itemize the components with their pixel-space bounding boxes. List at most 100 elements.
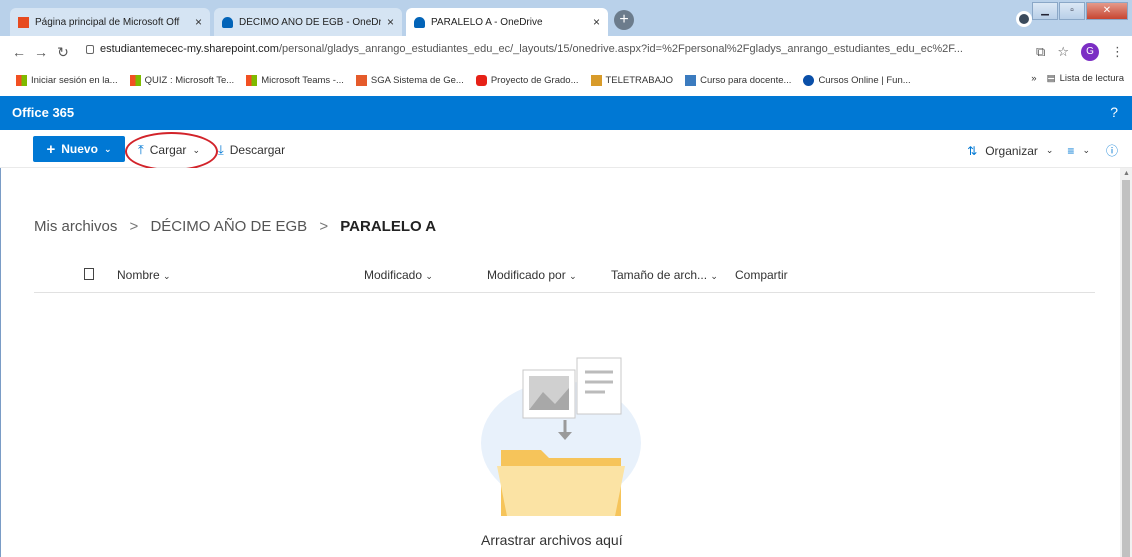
tab-title: DÉCIMO AÑO DE EGB - OneDrive — [239, 16, 381, 28]
tab-title: PARALELO A - OneDrive — [431, 16, 543, 28]
tab-office-home[interactable]: Página principal de Microsoft Off × — [10, 8, 210, 36]
breadcrumb-root[interactable]: Mis archivos — [34, 218, 117, 235]
breadcrumb-separator: > — [129, 218, 139, 235]
url-field[interactable]: estudiantemecec-my.sharepoint.com/person… — [100, 43, 963, 55]
close-tab-icon[interactable]: × — [195, 15, 202, 29]
sort-button[interactable]: Organizar — [985, 144, 1038, 158]
chevron-down-icon: ⌄ — [103, 143, 112, 154]
help-icon[interactable]: ? — [1110, 104, 1118, 120]
close-tab-icon[interactable]: × — [387, 15, 394, 29]
office-icon — [18, 16, 29, 28]
command-bar-right: ⇅ Organizar ⌄ ≡ ⌄ ⓘ — [967, 142, 1118, 159]
bookmark-item[interactable]: Proyecto de Grado... — [475, 74, 579, 86]
address-actions: ⧉ ☆ G ⋮ — [1036, 43, 1124, 61]
profile-menu-icon[interactable] — [1016, 11, 1032, 27]
upload-highlight-annotation — [125, 132, 218, 171]
onedrive-icon — [414, 16, 425, 28]
empty-folder-illustration — [481, 357, 641, 516]
download-icon: ⤓ — [218, 142, 224, 157]
bookmark-item[interactable]: TELETRABAJO — [590, 74, 674, 86]
app-brand[interactable]: Office 365 — [12, 105, 74, 120]
chevron-down-icon: ⌄ — [163, 271, 171, 281]
new-tab-button[interactable]: + — [614, 10, 634, 30]
bookmark-label: TELETRABAJO — [605, 74, 674, 86]
bookmark-item[interactable]: SGA Sistema de Ge... — [355, 74, 464, 86]
bookmark-item[interactable]: QUIZ : Microsoft Te... — [129, 74, 235, 86]
bookmark-label: Curso para docente... — [700, 74, 792, 86]
plus-icon: + — [46, 140, 56, 158]
microsoft-icon — [129, 74, 141, 86]
info-icon[interactable]: ⓘ — [1106, 142, 1118, 159]
main-content: Mis archivos > DÉCIMO AÑO DE EGB > PARAL… — [0, 168, 1120, 557]
column-modified-by[interactable]: Modificado por ⌄ — [487, 268, 577, 282]
microsoft-icon — [16, 74, 27, 86]
column-modified-by-label: Modificado por — [487, 268, 566, 282]
bookmark-label: Microsoft Teams -... — [261, 74, 344, 86]
chevron-down-icon: ⌄ — [1045, 145, 1054, 155]
breadcrumb-current: PARALELO A — [340, 218, 437, 235]
bookmark-icon — [590, 74, 602, 86]
column-modified[interactable]: Modificado ⌄ — [364, 268, 433, 282]
new-button[interactable]: + Nuevo ⌄ — [33, 136, 125, 162]
bookmark-label: Iniciar sesión en la... — [31, 74, 118, 86]
column-name-label: Nombre — [117, 268, 160, 282]
microsoft-icon — [246, 74, 258, 86]
star-icon[interactable]: ☆ — [1057, 44, 1069, 60]
url-host: estudiantemecec-my.sharepoint.com — [100, 43, 279, 55]
forward-icon[interactable]: → — [30, 44, 52, 60]
sort-icon: ⇅ — [967, 143, 978, 158]
close-tab-icon[interactable]: × — [593, 15, 600, 29]
bookmark-label: Cursos Online | Fun... — [818, 74, 911, 86]
bookmark-label: QUIZ : Microsoft Te... — [144, 74, 235, 86]
reading-list-icon: ▤ — [1046, 73, 1056, 84]
column-size-label: Tamaño de arch... — [611, 268, 708, 282]
close-window-icon[interactable]: ✕ — [1086, 2, 1128, 20]
bookmark-item[interactable]: Iniciar sesión en la... — [16, 74, 118, 86]
vertical-scrollbar[interactable]: ▲ — [1120, 168, 1132, 557]
column-name[interactable]: Nombre ⌄ — [117, 268, 171, 282]
chevron-down-icon: ⌄ — [1082, 145, 1090, 155]
empty-state-message: Arrastrar archivos aquí — [481, 532, 623, 548]
breadcrumb-parent[interactable]: DÉCIMO AÑO DE EGB — [150, 218, 307, 235]
scrollbar-thumb[interactable] — [1122, 180, 1130, 557]
column-size[interactable]: Tamaño de arch... ⌄ — [611, 268, 718, 282]
back-icon[interactable]: ← — [8, 44, 30, 60]
file-type-icon[interactable] — [84, 268, 94, 280]
reading-list-button[interactable]: Lista de lectura — [1060, 73, 1124, 84]
download-button-label: Descargar — [229, 143, 286, 157]
breadcrumb-separator: > — [319, 218, 329, 235]
breadcrumb: Mis archivos > DÉCIMO AÑO DE EGB > PARAL… — [34, 218, 436, 235]
bookmark-item[interactable]: Curso para docente... — [685, 74, 792, 86]
bookmark-item[interactable]: Microsoft Teams -... — [246, 74, 344, 86]
column-modified-label: Modificado — [364, 268, 423, 282]
lock-icon — [86, 45, 94, 54]
avatar[interactable]: G — [1081, 43, 1099, 61]
bookmarks-overflow-button[interactable]: » — [1031, 73, 1036, 84]
browser-tabstrip: Página principal de Microsoft Off × DÉCI… — [0, 0, 1132, 36]
chevron-down-icon: ⌄ — [425, 271, 433, 281]
movistar-icon — [803, 74, 815, 86]
tab-paralelo[interactable]: PARALELO A - OneDrive × — [406, 8, 608, 36]
download-button[interactable]: ⤓ Descargar — [218, 142, 285, 158]
youtube-icon — [475, 74, 487, 86]
new-button-label: Nuevo — [61, 142, 98, 156]
window-controls: ▁ ▫ ✕ — [1031, 2, 1128, 20]
scroll-up-icon[interactable]: ▲ — [1123, 170, 1130, 177]
column-share[interactable]: Compartir — [735, 268, 788, 282]
bookmark-label: SGA Sistema de Ge... — [370, 74, 464, 86]
onedrive-icon — [222, 16, 233, 28]
suite-bar: Office 365 ? — [0, 96, 1132, 130]
share-icon[interactable]: ⧉ — [1036, 44, 1045, 60]
kebab-menu-icon[interactable]: ⋮ — [1111, 44, 1124, 60]
view-options-icon[interactable]: ≡ — [1067, 144, 1074, 158]
bookmark-label: Proyecto de Grado... — [490, 74, 579, 86]
bookmarks-bar: Iniciar sesión en la... QUIZ : Microsoft… — [0, 68, 1132, 92]
maximize-icon[interactable]: ▫ — [1059, 2, 1085, 20]
sga-icon — [355, 74, 367, 86]
minimize-icon[interactable]: ▁ — [1032, 2, 1058, 20]
reload-icon[interactable]: ↻ — [52, 44, 74, 61]
url-path: /personal/gladys_anrango_estudiantes_edu… — [278, 43, 963, 55]
bookmark-item[interactable]: Cursos Online | Fun... — [803, 74, 911, 86]
tab-decimo[interactable]: DÉCIMO AÑO DE EGB - OneDrive × — [214, 8, 402, 36]
chevron-down-icon: ⌄ — [710, 271, 718, 281]
